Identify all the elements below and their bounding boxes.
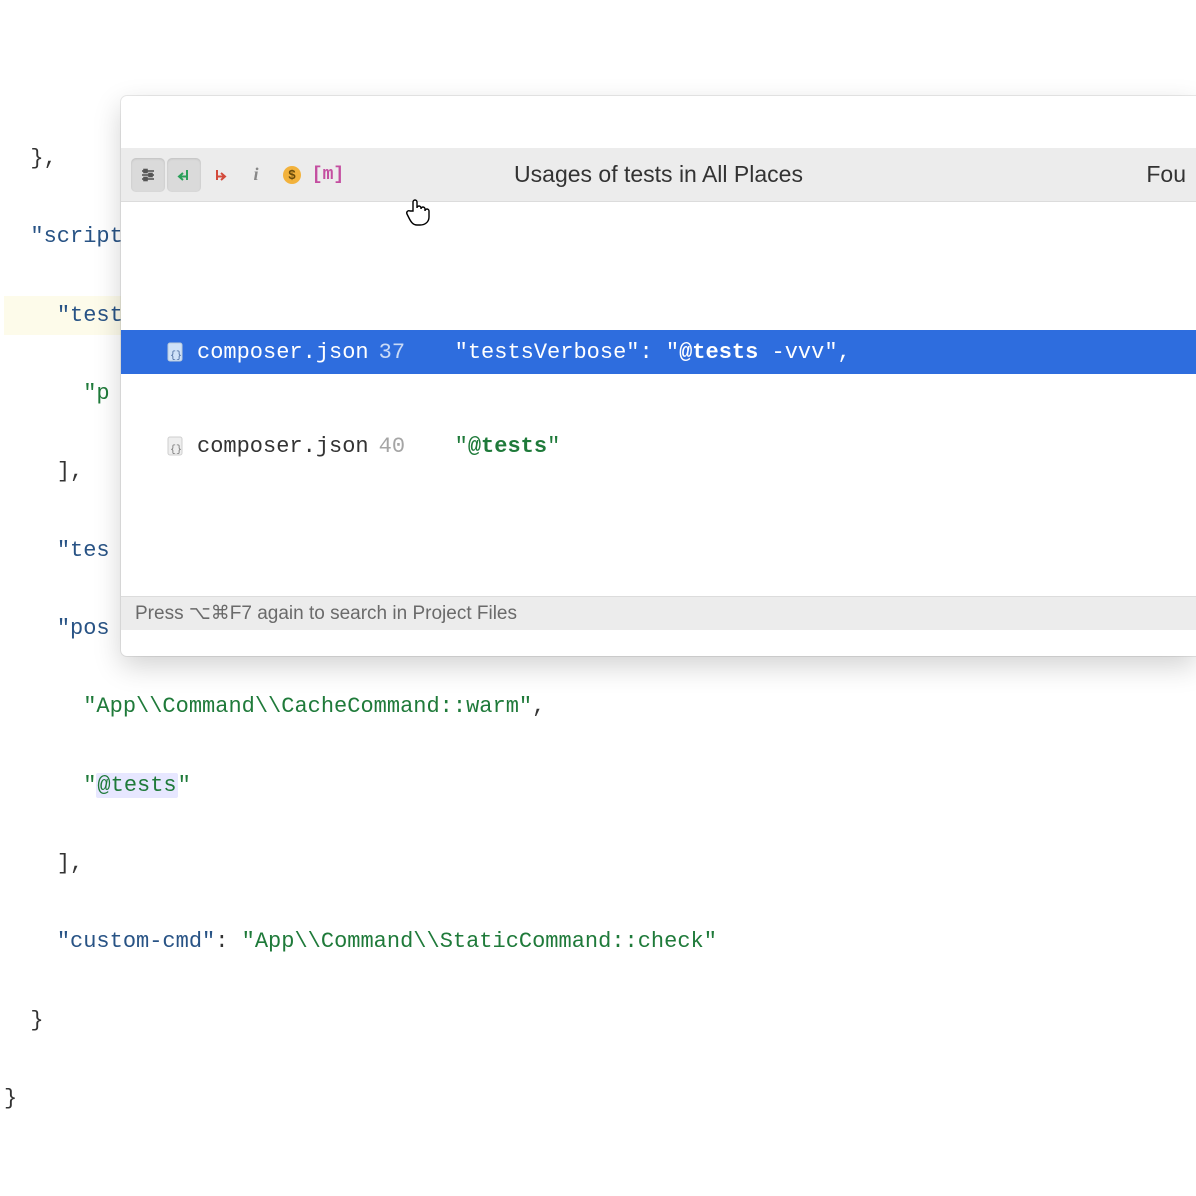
code-snippet: "testsVerbose": "@tests -vvv",	[455, 340, 851, 365]
open-in-left-split-icon[interactable]	[167, 158, 201, 192]
file-name: composer.json	[197, 434, 369, 459]
usage-row[interactable]: {} composer.json 37 "testsVerbose": "@te…	[121, 330, 1196, 374]
svg-text:{}: {}	[170, 350, 182, 362]
json-file-icon: {}	[165, 435, 187, 457]
open-in-right-split-icon[interactable]	[203, 158, 237, 192]
usage-row[interactable]: {} composer.json 40 "@tests"	[121, 424, 1196, 468]
line-number: 40	[379, 434, 419, 459]
line-number: 37	[379, 340, 419, 365]
svg-text:{}: {}	[170, 444, 182, 456]
dollar-icon[interactable]: $	[275, 158, 309, 192]
usages-popup: i $ [m] Usages of tests in All Places Fo…	[121, 96, 1196, 656]
code-line: "@tests"	[4, 766, 1196, 805]
code-line: }	[4, 1001, 1196, 1040]
code-line: "custom-cmd": "App\\Command\\StaticComma…	[4, 922, 1196, 961]
code-snippet: "@tests"	[455, 434, 561, 459]
json-file-icon: {}	[165, 341, 187, 363]
code-line: "App\\Command\\CacheCommand::warm",	[4, 687, 1196, 726]
info-icon[interactable]: i	[239, 158, 273, 192]
popup-footer-hint: Press ⌥⌘F7 again to search in Project Fi…	[121, 596, 1196, 630]
usages-list: {} composer.json 37 "testsVerbose": "@te…	[121, 280, 1196, 518]
m-icon[interactable]: [m]	[311, 158, 345, 192]
popup-title: Usages of tests in All Places	[514, 161, 803, 188]
file-name: composer.json	[197, 340, 369, 365]
code-line: }	[4, 1079, 1196, 1118]
code-line: ],	[4, 844, 1196, 883]
settings-icon[interactable]	[131, 158, 165, 192]
found-count: Fou	[1146, 161, 1186, 188]
svg-text:$: $	[288, 167, 296, 182]
popup-toolbar: i $ [m] Usages of tests in All Places Fo…	[121, 148, 1196, 202]
